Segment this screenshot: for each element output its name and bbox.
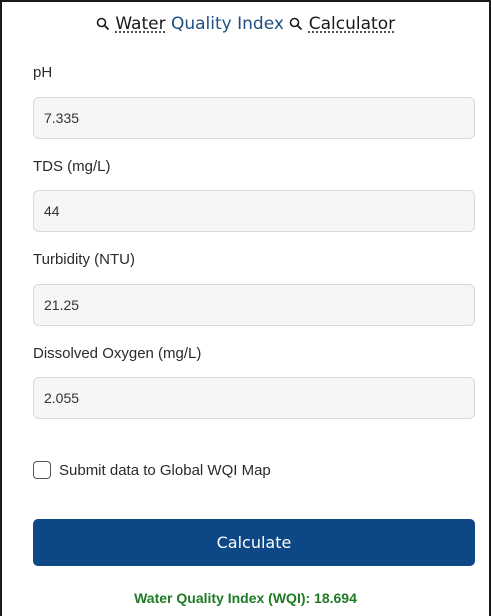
page-title: Water Quality Index Calculator [0,14,491,34]
dissolved-oxygen-input[interactable] [33,377,475,419]
turbidity-input[interactable] [33,284,475,326]
search-icon[interactable] [96,17,110,31]
submit-data-row: Submit data to Global WQI Map [33,461,271,479]
tds-input[interactable] [33,190,475,232]
search-icon[interactable] [289,17,303,31]
title-word-quality-index: Quality Index [170,14,284,34]
calculate-button[interactable]: Calculate [33,519,475,566]
submit-data-label[interactable]: Submit data to Global WQI Map [59,462,271,479]
title-word-calculator[interactable]: Calculator [309,14,395,34]
title-word-water[interactable]: Water [115,14,165,34]
turbidity-label: Turbidity (NTU) [33,251,135,268]
submit-data-checkbox[interactable] [33,461,51,479]
ph-input[interactable] [33,97,475,139]
tds-label: TDS (mg/L) [33,158,111,175]
dissolved-oxygen-label: Dissolved Oxygen (mg/L) [33,345,202,362]
ph-label: pH [33,64,53,81]
wqi-result: Water Quality Index (WQI): 18.694 [134,590,357,606]
